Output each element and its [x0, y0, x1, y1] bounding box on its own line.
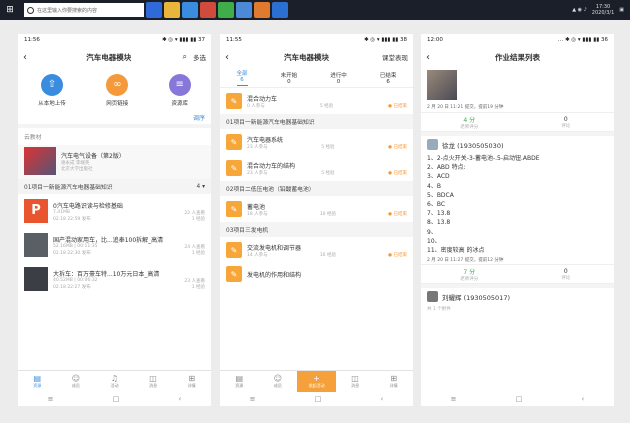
search-icon[interactable]: ⌕ [183, 52, 187, 62]
filter-ended[interactable]: 已结束 6 [380, 71, 397, 85]
library-icon: ≡ [168, 74, 191, 96]
menu-icon[interactable]: ≡ [48, 395, 54, 403]
activity-icon: ✎ [226, 160, 242, 176]
tab-details[interactable]: ⊞ 详情 [374, 371, 413, 392]
sort-button[interactable]: 调序 [18, 109, 211, 124]
video-icon [24, 233, 48, 257]
book-cover [24, 147, 56, 175]
back-nav-icon[interactable]: ‹ [582, 395, 585, 403]
windows-start-icon[interactable]: ⊞ [0, 0, 20, 20]
upload-icon: ⇧ [40, 74, 63, 96]
tab-activities[interactable]: ♫ 活动 [95, 371, 134, 392]
avatar [427, 291, 438, 303]
section-header: 01项目一新能源汽车电器基础知识 [220, 114, 413, 129]
back-icon[interactable]: ‹ [23, 52, 35, 63]
store-icon[interactable] [182, 2, 198, 18]
student-header[interactable]: 刘耀辉 (1930505017) [421, 288, 614, 305]
activity-item[interactable]: ✎ 交流发电机和调节器 14 人参与 10 经验 ● 已结束 [220, 237, 413, 263]
phone-screen-activities: 11:55 ✱ ◎ ▾ ▮▮▮ ▮▮ 38 ‹ 汽车电器模块 课堂表现 全部 6 未开始… [220, 34, 413, 406]
comment-count[interactable]: 0 评论 [518, 268, 615, 281]
back-icon[interactable]: ‹ [225, 52, 237, 63]
section-header: 03项目三发电机 [220, 222, 413, 237]
section-header: 02项目二低压电池（铅酸蓄电池） [220, 181, 413, 196]
multi-select-button[interactable]: 多选 [193, 52, 206, 62]
tab-resources[interactable]: ▤ 资源 [18, 371, 57, 392]
page-title: 作业结果列表 [495, 52, 540, 62]
teacher-score[interactable]: 4 分老师评分 [421, 115, 518, 130]
notification-icon[interactable]: ▣ [619, 7, 624, 13]
activity-item[interactable]: ✎ 混合动力车 0 人参与 5 经验 ● 已结束 [220, 88, 413, 114]
filter-in-progress[interactable]: 进行中 0 [330, 71, 347, 85]
link-icon: ∞ [106, 74, 129, 96]
tab-resources[interactable]: ▤ 资源 [220, 371, 259, 392]
taskbar-search[interactable]: 在这里输入你要搜索的内容 [24, 3, 144, 17]
activity-icon: ✎ [226, 242, 242, 258]
list-item[interactable]: 国产混动家用车，比...追奉100拆解_高清 52.16MB | 00:11:35… [18, 228, 211, 262]
filter-all[interactable]: 全部 6 [236, 69, 248, 86]
app-icon[interactable] [200, 2, 216, 18]
start-activity-button[interactable]: + 发起活动 [297, 371, 336, 392]
video-icon [24, 267, 48, 291]
comment-count[interactable]: 0 评论 [518, 116, 615, 129]
avatar [427, 139, 438, 150]
activity-icon: ✎ [226, 134, 242, 150]
page-title: 汽车电器模块 [86, 52, 132, 62]
activity-item[interactable]: ✎ 发电机的作用和结构 [220, 263, 413, 285]
tab-members[interactable]: ☺ 成员 [259, 371, 298, 392]
back-icon[interactable]: ‹ [426, 52, 438, 63]
word-icon[interactable] [272, 2, 288, 18]
tab-messages[interactable]: ◫ 消息 [134, 371, 173, 392]
class-performance-button[interactable]: 课堂表现 [382, 52, 408, 62]
web-link-button[interactable]: ∞ 网页链接 [106, 74, 128, 107]
back-nav-icon[interactable]: ‹ [179, 395, 182, 403]
phone-screen-homework: 12:00… ✱ ◎ ▾ ▮▮▮ ▮▮ 36 ‹ 作业结果列表 2 月 20 日 … [421, 34, 614, 406]
teacher-score[interactable]: 7 分老师评分 [421, 267, 518, 282]
home-icon[interactable]: □ [516, 395, 523, 403]
answer-list: 1、2-点火开关-3-蓄电池-.5-启动钮.ABDE 2、ABD 特点: 3、ACD… [427, 155, 540, 255]
list-item[interactable]: 大拆车：百万豪车特...10万元日本_高清 40.52MB | 00:06:32 2… [18, 262, 211, 296]
app2-icon[interactable] [236, 2, 252, 18]
search-icon [27, 6, 34, 14]
activity-icon: ✎ [226, 201, 242, 217]
network-icon[interactable]: ▲ ◉ ♪ [572, 7, 587, 13]
activity-icon: ✎ [226, 93, 242, 109]
menu-icon[interactable]: ≡ [250, 395, 256, 403]
taskbar: ⊞ 在这里输入你要搜索的内容 ▲ ◉ ♪ 17:30 2020/3/1 ▣ [0, 0, 630, 20]
textbook-item[interactable]: 汽车电气设备（第2版） 谢永成 李端英 北京大学出版社 [18, 145, 211, 179]
back-nav-icon[interactable]: ‹ [381, 395, 384, 403]
upload-local-button[interactable]: ⇧ 从本地上传 [38, 74, 66, 107]
edge-icon[interactable] [146, 2, 162, 18]
ppt-icon: P [24, 199, 48, 223]
project-header[interactable]: 01项目一新能源汽车电器基础知识 4 ▾ [18, 179, 211, 194]
activity-item[interactable]: ✎ 混合动力车的结构 23 人参与 5 经验 ● 已结束 [220, 155, 413, 181]
phone-screen-resources: 11:56 ✱ ◎ ▾ ▮▮▮ ▮▮ 37 ‹ 汽车电器模块 ⌕ 多选 ⇧ 从本地上传 ∞… [18, 34, 211, 406]
resource-library-button[interactable]: ≡ 资源库 [168, 74, 191, 107]
student-header[interactable]: 徐龙 (1930505030) [421, 136, 614, 153]
activity-icon: ✎ [226, 266, 242, 282]
tab-members[interactable]: ☺ 成员 [57, 371, 96, 392]
filter-not-started[interactable]: 未开始 0 [281, 71, 298, 85]
tab-details[interactable]: ⊞ 详情 [172, 371, 211, 392]
list-item[interactable]: P 0汽车电路识读与检修基础 7.41MB 22 人查看 02.18 22:59 发布… [18, 194, 211, 228]
home-icon[interactable]: □ [113, 395, 120, 403]
folder-icon[interactable] [164, 2, 180, 18]
attachment-thumbnail[interactable] [427, 70, 457, 100]
app3-icon[interactable] [254, 2, 270, 18]
page-title: 汽车电器模块 [284, 52, 329, 62]
wechat-icon[interactable] [218, 2, 234, 18]
activity-item[interactable]: ✎ 蓄电池 18 人参与 10 经验 ● 已结束 [220, 196, 413, 222]
activity-item[interactable]: ✎ 汽车电器系统 23 人参与 5 经验 ● 已结束 [220, 129, 413, 155]
clock: 17:30 2020/3/1 [591, 4, 615, 16]
home-icon[interactable]: □ [315, 395, 322, 403]
menu-icon[interactable]: ≡ [451, 395, 457, 403]
tab-messages[interactable]: ◫ 消息 [336, 371, 375, 392]
